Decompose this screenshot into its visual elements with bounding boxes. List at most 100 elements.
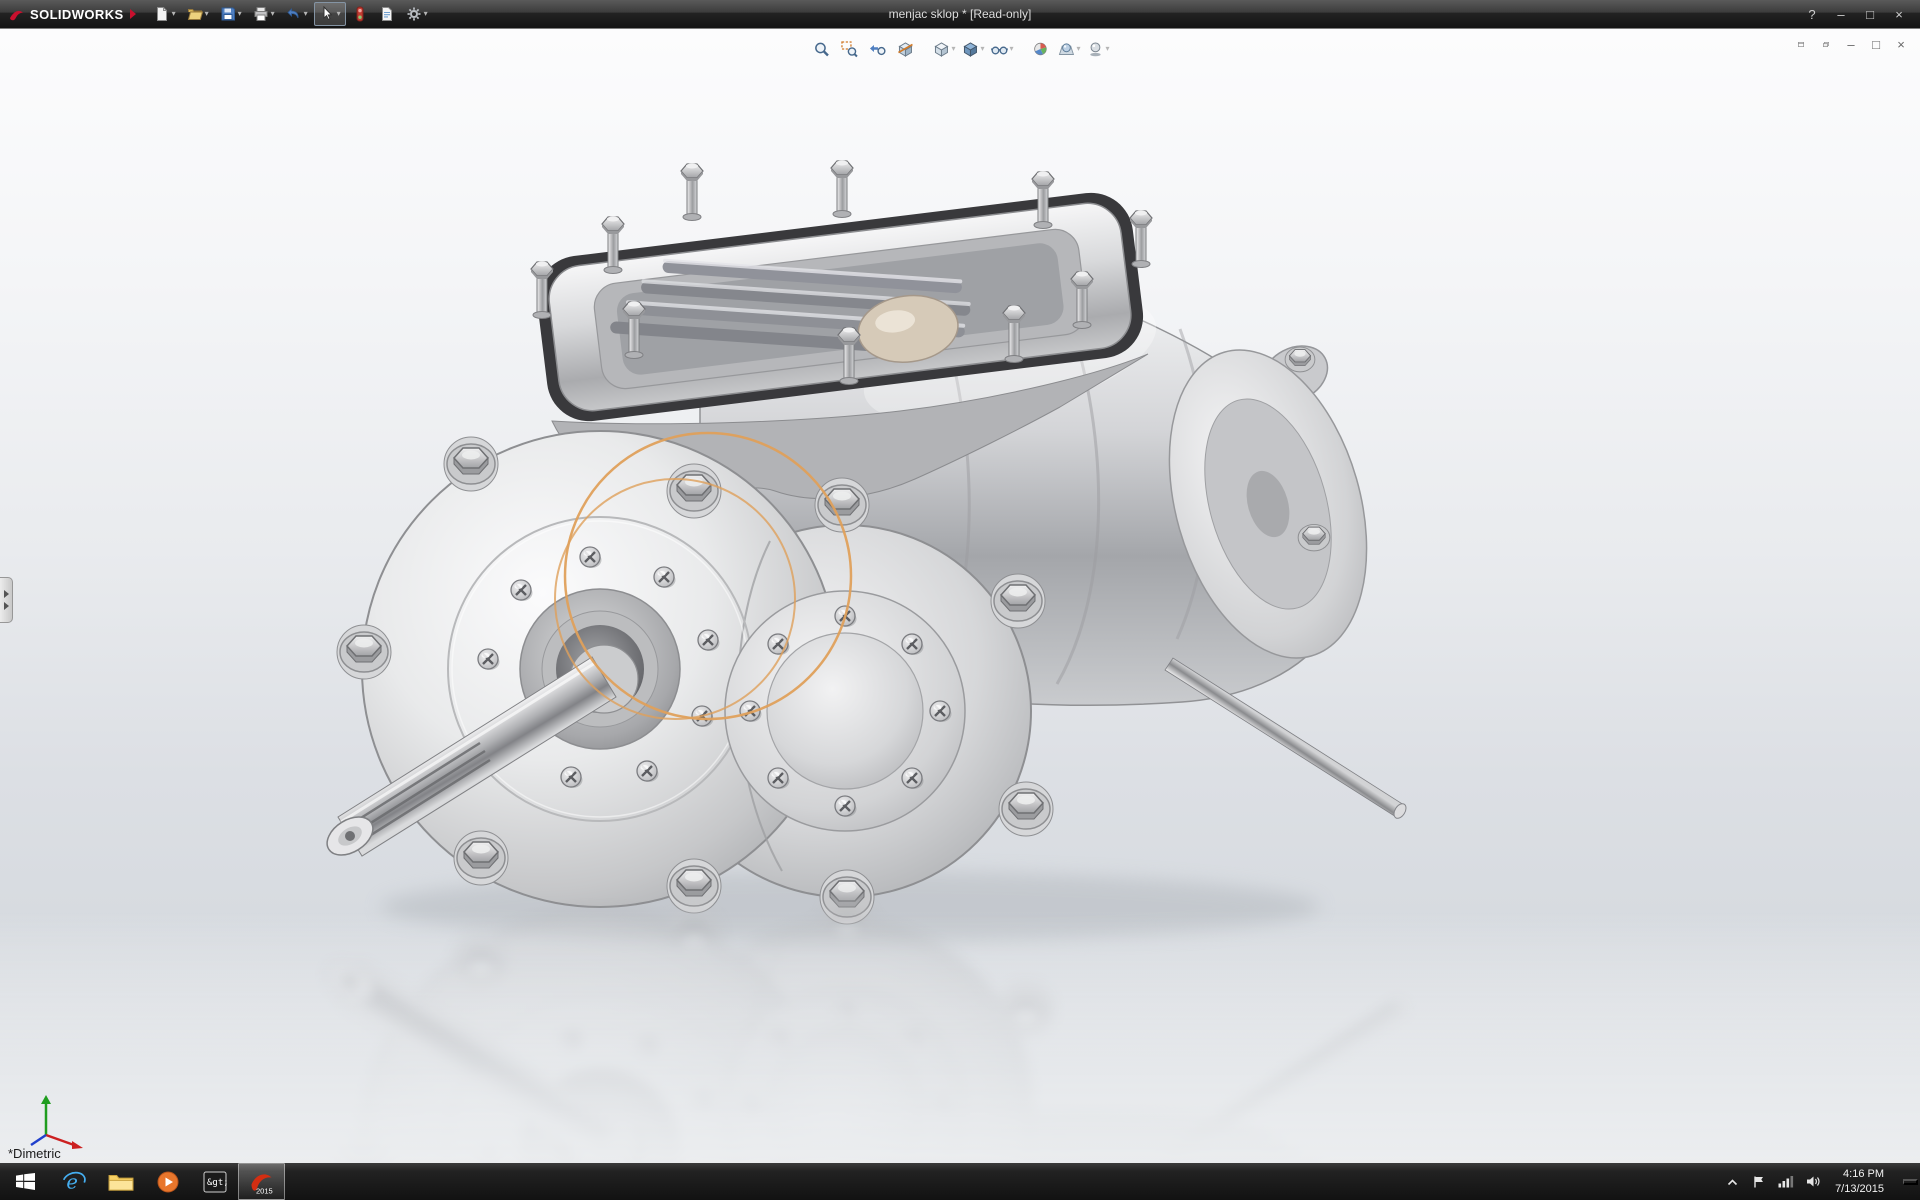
hide-show-glasses-icon	[990, 40, 1008, 58]
action-center-button[interactable]	[1750, 1173, 1768, 1191]
clock-time: 4:16 PM	[1843, 1167, 1884, 1181]
solidworks-2015-icon: 2015	[248, 1168, 275, 1195]
brand-text: SOLIDWORKS	[30, 7, 124, 22]
dropdown-arrow-icon: ▾	[980, 45, 984, 53]
maximize-button[interactable]: □	[1857, 3, 1883, 25]
print-button[interactable]: ▾	[248, 2, 280, 26]
heads-up-view-toolbar: ▾ ▾ ▾	[804, 34, 1115, 63]
bearing-cover[interactable]	[767, 633, 923, 789]
dropdown-arrow-icon: ▾	[238, 10, 242, 18]
section-view-icon	[896, 40, 914, 58]
system-tray: 4:16 PM 7/13/2015	[1723, 1163, 1920, 1200]
previous-view-button[interactable]	[864, 36, 890, 61]
edit-appearance-icon	[1032, 40, 1050, 58]
volume-button[interactable]	[1804, 1173, 1822, 1191]
zoom-to-fit-icon	[812, 40, 830, 58]
dropdown-arrow-icon: ▾	[304, 10, 308, 18]
taskbar-media-player[interactable]	[144, 1163, 191, 1200]
expand-panel-arrow-icon	[4, 602, 9, 610]
dropdown-arrow-icon: ▾	[424, 10, 428, 18]
open-button[interactable]: ▾	[182, 2, 214, 26]
taskbar-solidworks-2015[interactable]: 2015	[238, 1163, 285, 1200]
open-folder-icon	[187, 6, 203, 22]
doc-restore-button[interactable]: □	[1867, 36, 1885, 52]
options-gear-icon	[406, 6, 422, 22]
network-bars-icon	[1778, 1175, 1794, 1188]
print-icon	[253, 6, 269, 22]
minimize-button[interactable]: –	[1828, 3, 1854, 25]
svg-text:2015: 2015	[256, 1187, 273, 1196]
view-settings-button[interactable]: ▾	[1085, 36, 1112, 61]
new-document-button[interactable]: ▾	[149, 2, 181, 26]
file-properties-button[interactable]	[374, 2, 400, 26]
window-controls: ? – □ ×	[1799, 3, 1920, 25]
display-style-button[interactable]: ▾	[959, 36, 986, 61]
cascade-window-icon	[1823, 38, 1829, 51]
view-orientation-button[interactable]: ▾	[930, 36, 957, 61]
doc-close-button[interactable]: ×	[1892, 36, 1910, 52]
view-orientation-label: *Dimetric	[8, 1146, 61, 1161]
windows-logo-icon	[16, 1173, 35, 1190]
zoom-to-area-button[interactable]	[836, 36, 862, 61]
file-explorer-icon	[108, 1171, 134, 1193]
clock-date: 7/13/2015	[1835, 1182, 1884, 1196]
previous-view-icon	[868, 40, 886, 58]
dropdown-arrow-icon: ▾	[1106, 45, 1110, 53]
options-button[interactable]: ▾	[401, 2, 433, 26]
tray-expand-button[interactable]	[1723, 1173, 1741, 1191]
rebuild-stoplight-icon	[352, 6, 368, 22]
undo-arrow-icon	[286, 6, 302, 22]
taskbar-command-prompt[interactable]: &gt;_	[191, 1163, 238, 1200]
speaker-icon	[1806, 1175, 1821, 1188]
network-status-button[interactable]	[1777, 1173, 1795, 1191]
edit-appearance-button[interactable]	[1028, 36, 1054, 61]
graphics-area[interactable]: ▾ ▾ ▾	[0, 28, 1920, 1163]
command-prompt-icon: &gt;_	[203, 1171, 227, 1193]
windows-taskbar: e &gt;_ 2015	[0, 1163, 1920, 1200]
featuremanager-collapsed-tab[interactable]	[0, 577, 13, 623]
save-floppy-icon	[220, 6, 236, 22]
quick-access-toolbar: ▾ ▾ ▾ ▾	[149, 2, 433, 26]
dropdown-arrow-icon: ▾	[951, 45, 955, 53]
view-orientation-cube-icon	[932, 40, 950, 58]
close-button[interactable]: ×	[1886, 3, 1912, 25]
chevron-up-icon	[1726, 1177, 1739, 1187]
taskbar-file-explorer[interactable]	[97, 1163, 144, 1200]
window-tile-button[interactable]	[1792, 36, 1810, 52]
new-document-icon	[154, 6, 170, 22]
zoom-to-fit-button[interactable]	[808, 36, 834, 61]
media-player-icon	[156, 1170, 180, 1194]
hide-show-items-button[interactable]: ▾	[988, 36, 1015, 61]
dassault-swoosh-icon	[8, 6, 25, 23]
taskbar-internet-explorer[interactable]: e	[50, 1163, 97, 1200]
dropdown-arrow-icon: ▾	[1077, 45, 1081, 53]
section-view-button[interactable]	[892, 36, 918, 61]
apply-scene-icon	[1058, 40, 1076, 58]
show-desktop-button[interactable]	[1903, 1179, 1918, 1185]
solidworks-logo: SOLIDWORKS	[0, 6, 149, 23]
doc-minimize-button[interactable]: –	[1842, 36, 1860, 52]
output-shaft[interactable]	[1165, 658, 1408, 820]
apply-scene-button[interactable]: ▾	[1056, 36, 1083, 61]
gearbox-assembly[interactable]	[320, 161, 1408, 925]
select-cursor-icon	[319, 6, 335, 22]
svg-text:&gt;_: &gt;_	[207, 1178, 227, 1188]
dropdown-arrow-icon: ▾	[205, 10, 209, 18]
rebuild-button[interactable]	[347, 2, 373, 26]
tile-window-icon	[1798, 38, 1804, 51]
window-title: menjac sklop * [Read-only]	[300, 7, 1620, 21]
file-properties-icon	[379, 6, 395, 22]
gearbox-model[interactable]	[0, 29, 1920, 1163]
start-button[interactable]	[0, 1163, 50, 1200]
brand-chevron-icon	[129, 8, 137, 20]
save-button[interactable]: ▾	[215, 2, 247, 26]
undo-button[interactable]: ▾	[281, 2, 313, 26]
view-settings-icon	[1087, 40, 1105, 58]
zoom-to-area-icon	[840, 40, 858, 58]
select-button[interactable]: ▾	[314, 2, 346, 26]
help-button[interactable]: ?	[1799, 3, 1825, 25]
taskbar-clock[interactable]: 4:16 PM 7/13/2015	[1831, 1167, 1894, 1196]
dropdown-arrow-icon: ▾	[337, 10, 341, 18]
window-cascade-button[interactable]	[1817, 36, 1835, 52]
titlebar: SOLIDWORKS ▾ ▾ ▾	[0, 0, 1920, 28]
